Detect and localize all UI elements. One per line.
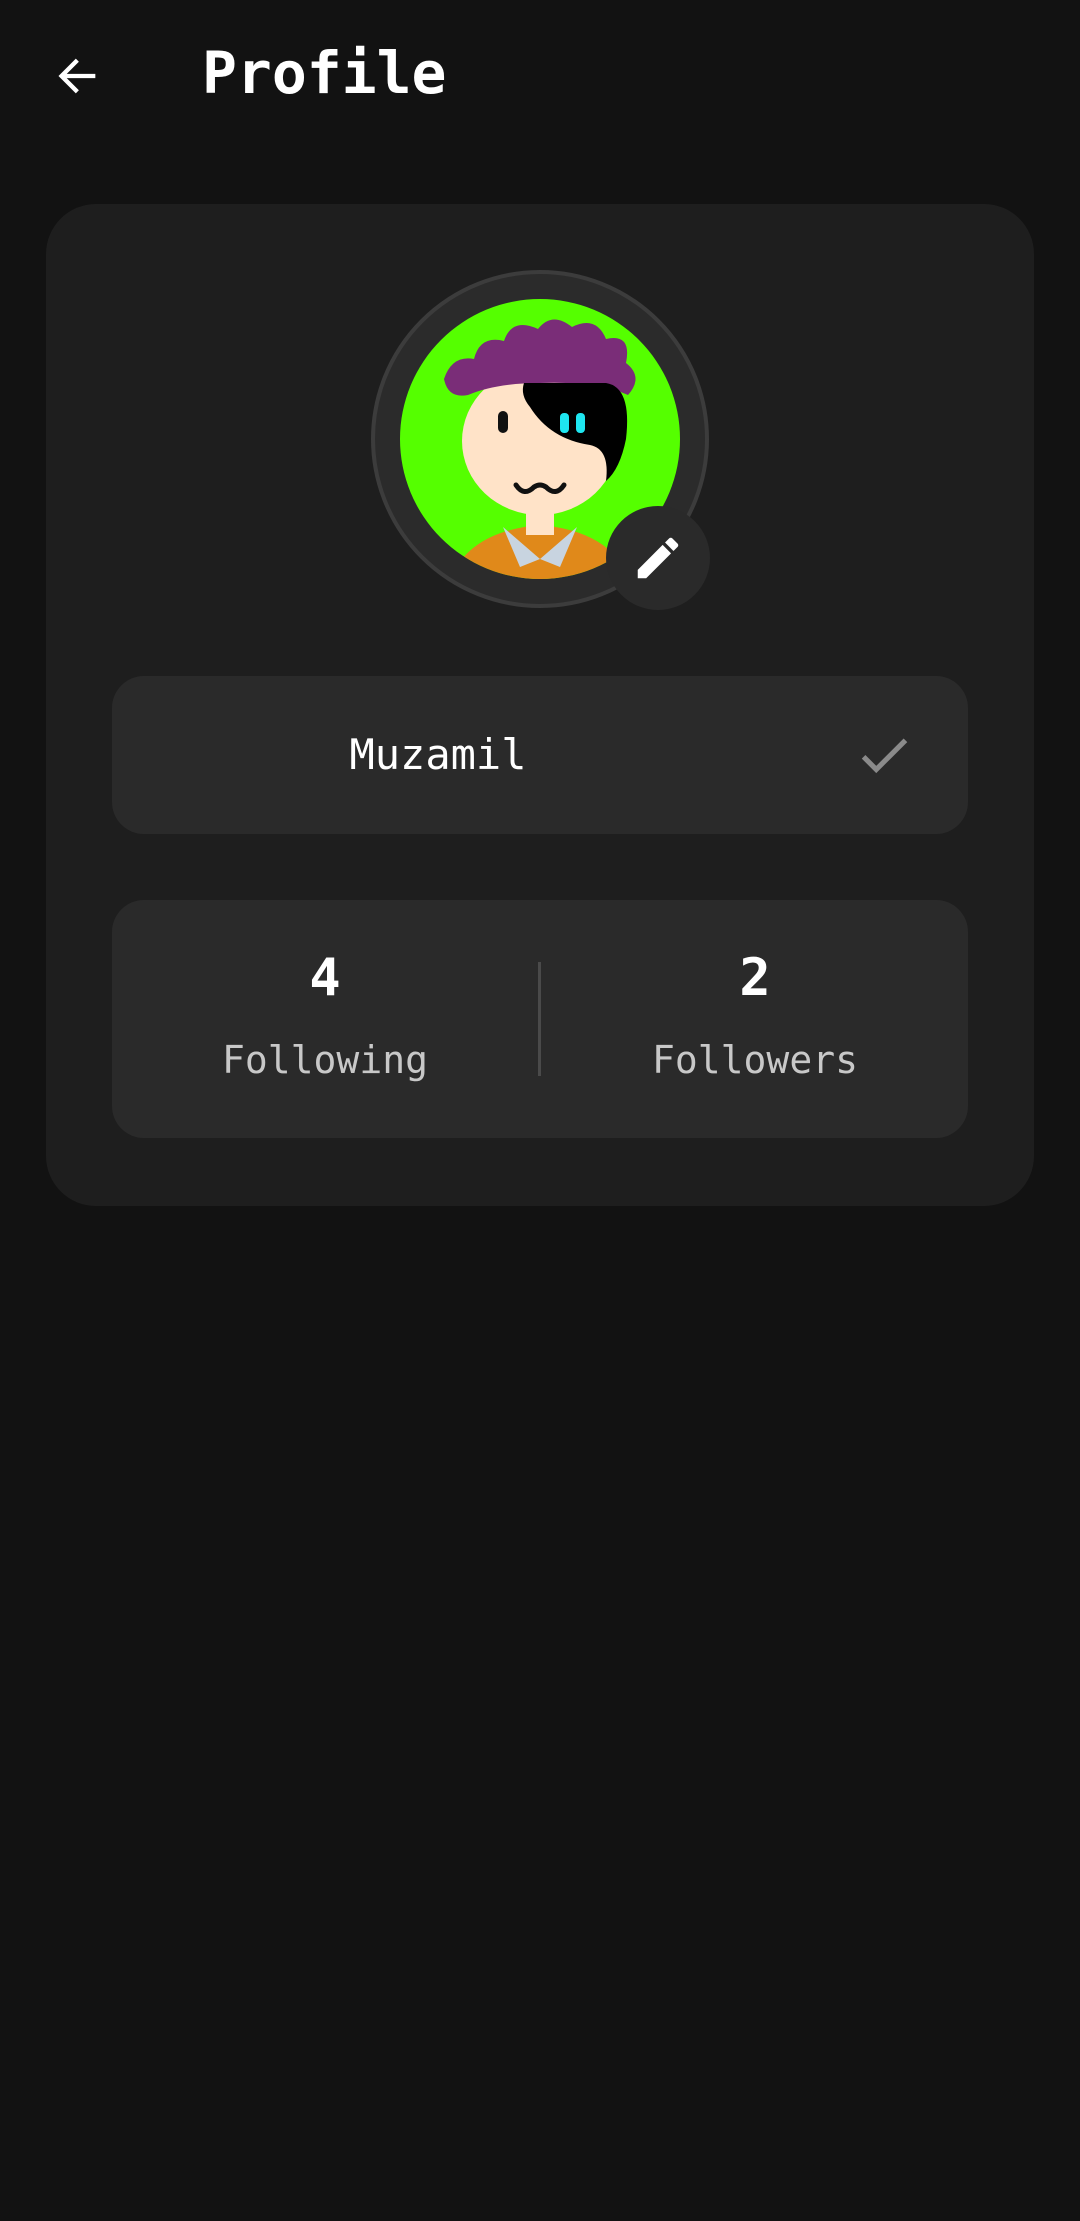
arrow-left-icon bbox=[58, 58, 96, 94]
following-stat[interactable]: 4 Following bbox=[112, 900, 538, 1138]
pencil-icon bbox=[637, 537, 679, 579]
followers-stat[interactable]: 2 Followers bbox=[542, 900, 968, 1138]
following-label: Following bbox=[222, 1038, 428, 1082]
followers-label: Followers bbox=[652, 1038, 858, 1082]
profile-card: Muzamil 4 Following 2 Followers bbox=[46, 204, 1034, 1206]
followers-count: 2 bbox=[739, 948, 771, 1008]
name-field[interactable]: Muzamil bbox=[112, 676, 968, 834]
following-count: 4 bbox=[309, 948, 341, 1008]
app-bar: Profile bbox=[0, 0, 1080, 150]
stats-divider bbox=[538, 962, 541, 1076]
checkmark-icon bbox=[861, 738, 908, 774]
back-button[interactable] bbox=[40, 38, 116, 114]
follow-stats: 4 Following 2 Followers bbox=[112, 900, 968, 1138]
confirm-name-button[interactable] bbox=[844, 715, 924, 795]
profile-name[interactable]: Muzamil bbox=[112, 676, 764, 834]
page-title: Profile bbox=[202, 39, 447, 107]
edit-avatar-button[interactable] bbox=[606, 506, 710, 610]
